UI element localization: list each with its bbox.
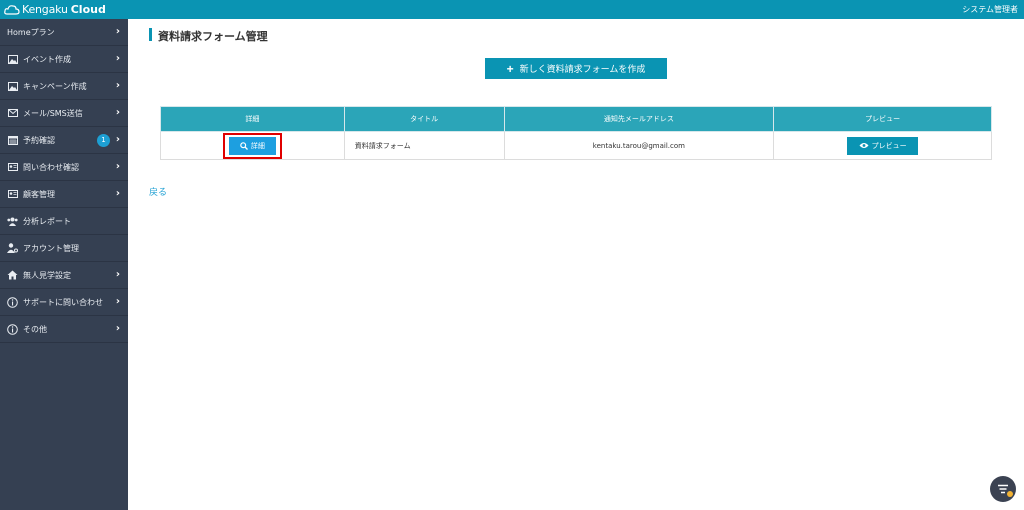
info-icon	[7, 323, 18, 335]
filter-menu-button[interactable]	[990, 476, 1016, 502]
preview-button[interactable]: プレビュー	[847, 136, 919, 155]
chevron-right-icon: ›	[115, 134, 120, 145]
detail-button[interactable]: 詳細	[228, 136, 276, 155]
column-header-email: 通知先メールアドレス	[503, 106, 775, 132]
sidebar-item-other[interactable]: その他 ›	[0, 316, 128, 343]
chevron-right-icon: ›	[115, 188, 120, 199]
sidebar-item-campaign[interactable]: キャンペーン作成 ›	[0, 73, 128, 100]
create-form-button-label: 新しく資料請求フォームを作成	[519, 64, 646, 74]
user-settings-icon	[7, 243, 18, 254]
column-header-detail: 詳細	[160, 106, 345, 132]
sidebar-item-mail-sms[interactable]: メール/SMS送信 ›	[0, 100, 128, 127]
sidebar-item-label: 顧客管理	[23, 189, 55, 199]
sidebar-item-label: Homeプラン	[7, 27, 55, 37]
table-header-row: 詳細 タイトル 通知先メールアドレス プレビュー	[160, 106, 992, 132]
highlight-box: 詳細	[222, 132, 282, 159]
calendar-icon	[7, 135, 18, 146]
user-role-label[interactable]: システム管理者	[962, 4, 1018, 15]
sidebar-item-label: サポートに問い合わせ	[23, 297, 103, 307]
create-form-button[interactable]: + 新しく資料請求フォームを作成	[485, 58, 667, 79]
sidebar-item-label: 問い合わせ確認	[23, 162, 79, 172]
notification-badge: 1	[97, 134, 110, 147]
id-card-icon	[7, 189, 18, 200]
sidebar-item-customer[interactable]: 顧客管理 ›	[0, 181, 128, 208]
sidebar-item-account[interactable]: アカウント管理	[0, 235, 128, 262]
image-icon	[7, 54, 18, 65]
detail-cell: 詳細	[160, 131, 345, 160]
preview-cell: プレビュー	[773, 131, 992, 160]
notification-dot	[1007, 491, 1013, 497]
users-icon	[7, 216, 18, 227]
sidebar: Homeプラン › イベント作成 › キャンペーン作成 › メール/SMS送信 …	[0, 19, 128, 510]
info-icon	[7, 296, 18, 308]
sidebar-item-inquiry[interactable]: 問い合わせ確認 ›	[0, 154, 128, 181]
image-icon	[7, 81, 18, 92]
sidebar-item-label: 分析レポート	[23, 216, 71, 226]
plus-icon: +	[506, 61, 514, 76]
chevron-right-icon: ›	[115, 296, 120, 307]
sidebar-item-label: その他	[23, 324, 47, 334]
sidebar-item-label: 予約確認	[23, 135, 55, 145]
sidebar-item-unmanned-tour[interactable]: 無人見学設定 ›	[0, 262, 128, 289]
sidebar-item-home-plan[interactable]: Homeプラン ›	[0, 19, 128, 46]
mail-icon	[7, 108, 18, 119]
app-logo[interactable]: Kengaku Cloud	[4, 1, 106, 18]
sidebar-item-label: アカウント管理	[23, 243, 79, 253]
email-cell: kentaku.tarou@gmail.com	[503, 131, 775, 160]
sidebar-item-reservation[interactable]: 予約確認 1 ›	[0, 127, 128, 154]
sidebar-item-support[interactable]: サポートに問い合わせ ›	[0, 289, 128, 316]
title-cell: 資料請求フォーム	[343, 131, 505, 160]
page-title-accent	[149, 28, 152, 41]
logo-text-cloud: Cloud	[70, 3, 106, 16]
preview-button-label: プレビュー	[871, 142, 907, 150]
id-card-icon	[7, 162, 18, 173]
sidebar-item-label: キャンペーン作成	[23, 81, 87, 91]
sidebar-item-event[interactable]: イベント作成 ›	[0, 46, 128, 73]
column-header-preview: プレビュー	[773, 106, 992, 132]
chevron-right-icon: ›	[115, 269, 120, 280]
sidebar-item-analytics[interactable]: 分析レポート	[0, 208, 128, 235]
forms-table: 詳細 タイトル 通知先メールアドレス プレビュー 詳細 資料請求フォーム ken…	[160, 106, 992, 160]
search-icon	[240, 141, 248, 150]
sidebar-item-label: メール/SMS送信	[23, 108, 83, 118]
column-header-title: タイトル	[343, 106, 505, 132]
logo-text-kengaku: Kengaku	[22, 3, 68, 16]
detail-button-label: 詳細	[250, 142, 265, 150]
chevron-right-icon: ›	[115, 107, 120, 118]
chevron-right-icon: ›	[115, 53, 120, 64]
chevron-right-icon: ›	[115, 323, 120, 334]
page-title: 資料請求フォーム管理	[158, 30, 268, 43]
cloud-icon	[4, 4, 20, 15]
house-icon	[7, 270, 18, 281]
table-row: 詳細 資料請求フォーム kentaku.tarou@gmail.com プレビュ…	[160, 131, 992, 160]
top-bar: Kengaku Cloud システム管理者	[0, 0, 1024, 19]
sidebar-item-label: イベント作成	[23, 54, 71, 64]
chevron-right-icon: ›	[115, 26, 120, 37]
back-link[interactable]: 戻る	[149, 185, 167, 198]
chevron-right-icon: ›	[115, 161, 120, 172]
sidebar-item-label: 無人見学設定	[23, 270, 71, 280]
eye-icon	[859, 143, 869, 148]
chevron-right-icon: ›	[115, 80, 120, 91]
